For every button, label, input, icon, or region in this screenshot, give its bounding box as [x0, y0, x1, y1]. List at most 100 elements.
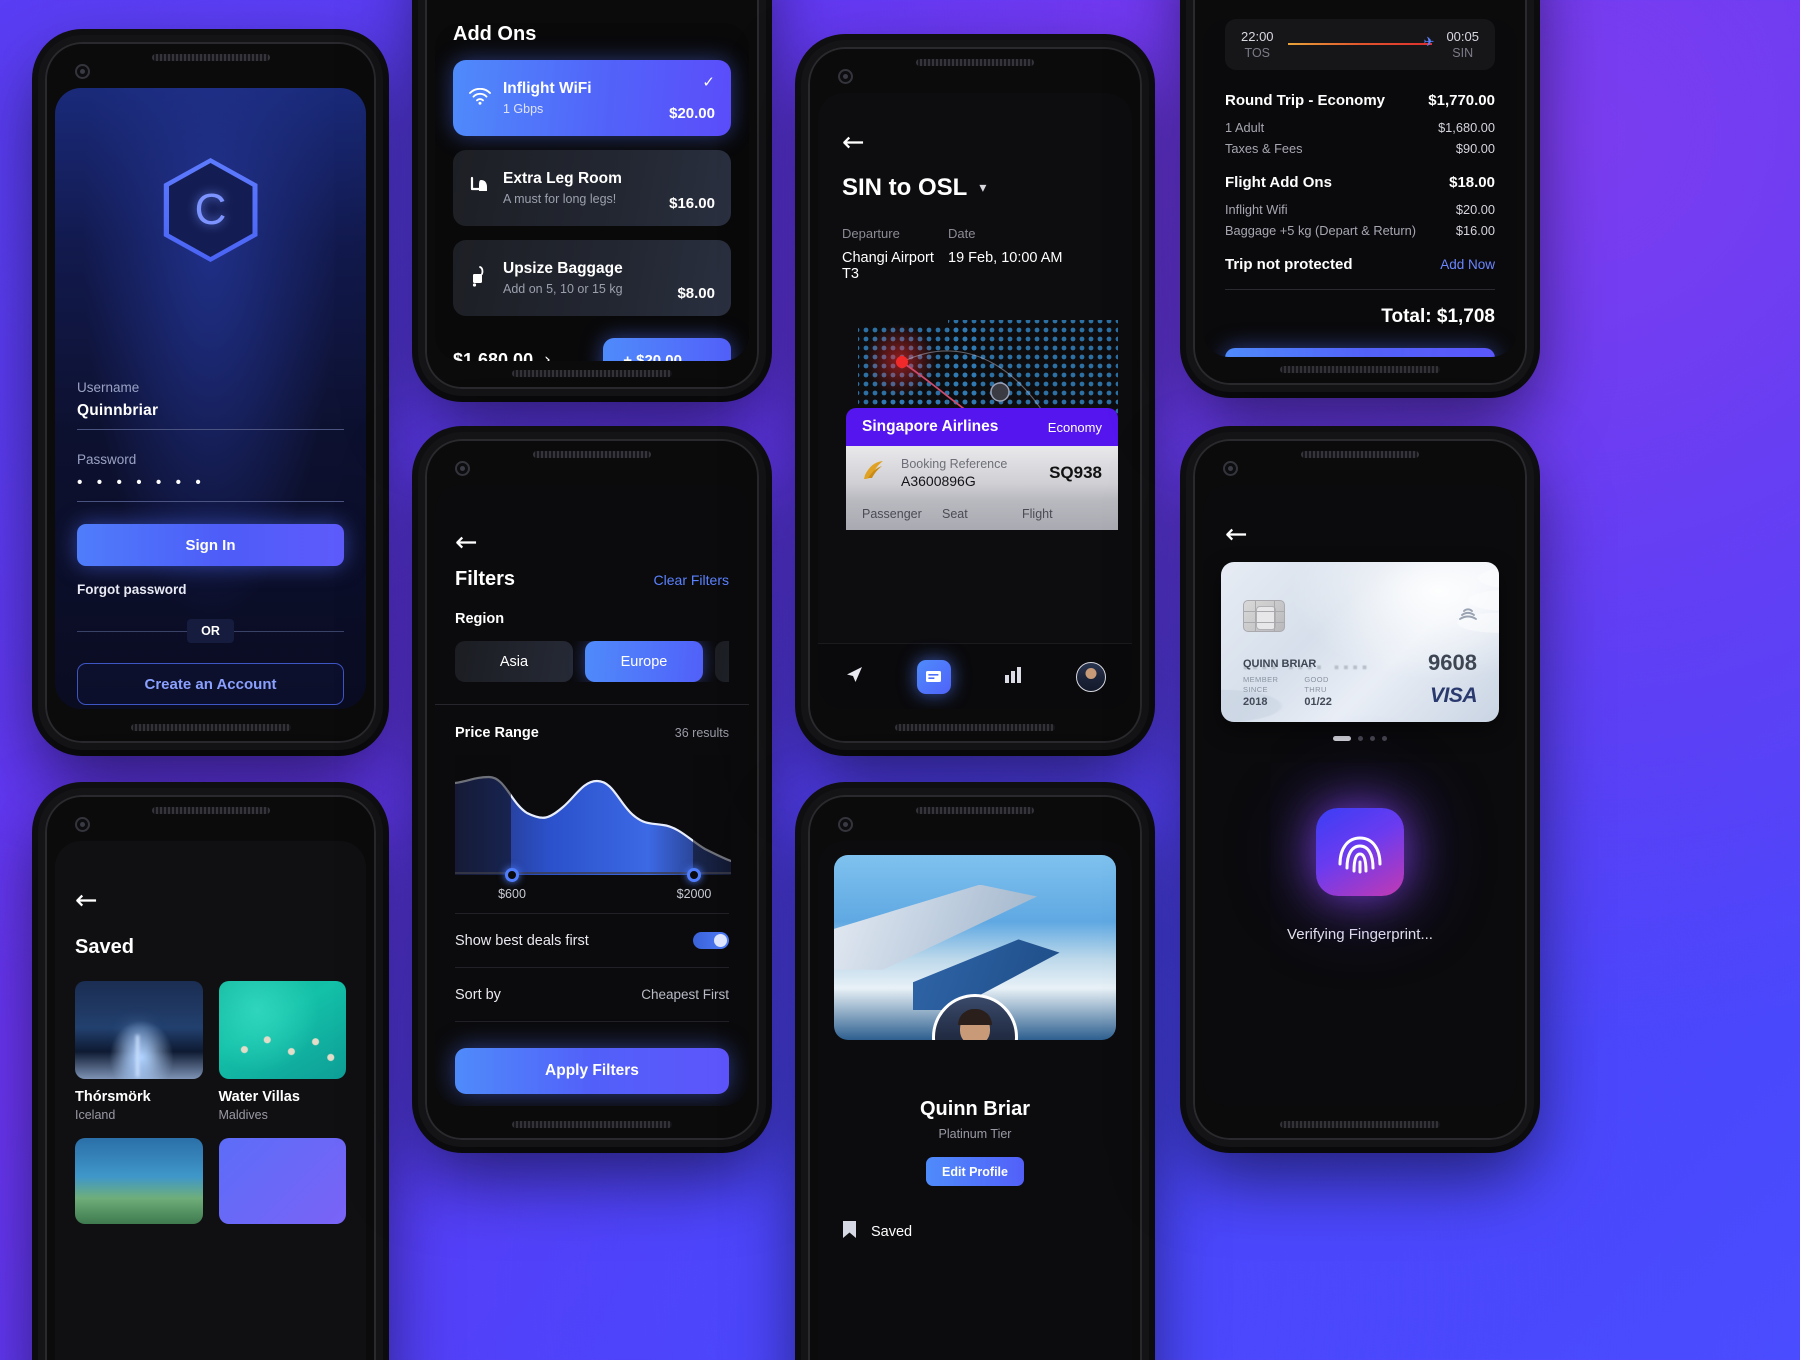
- page-title: Add Ons: [453, 23, 537, 45]
- good-thru-label: GOOD THRU: [1304, 675, 1329, 694]
- addon-row-baggage[interactable]: Upsize Baggage Add on 5, 10 or 15 kg $8.…: [453, 240, 731, 316]
- addons-screen: Add Ons Inflight WiFi 1 Gbps $20.00 ✓ Ex…: [435, 23, 749, 361]
- list-item[interactable]: Thórsmörk Iceland: [75, 981, 203, 1122]
- front-camera: [75, 817, 90, 832]
- profile-screen: Quinn Briar Platinum Tier Edit Profile S…: [818, 841, 1132, 1360]
- dot[interactable]: [1382, 736, 1387, 741]
- create-account-button[interactable]: Create an Account: [77, 663, 344, 705]
- receipt-line-addons: Flight Add Ons $18.00: [1225, 174, 1495, 191]
- earpiece-speaker: [916, 59, 1034, 66]
- price-slider-min-handle[interactable]: [505, 868, 519, 882]
- forgot-password-link[interactable]: Forgot password: [77, 582, 344, 597]
- fingerprint-icon[interactable]: [1316, 807, 1404, 896]
- profile-name: Quinn Briar: [919, 1098, 1030, 1120]
- navigate-icon[interactable]: [845, 665, 864, 689]
- sign-in-button[interactable]: Sign In: [77, 524, 344, 566]
- destination-name: Water Villas: [218, 1089, 300, 1105]
- password-input[interactable]: • • • • • • •: [77, 474, 344, 502]
- best-deals-toggle[interactable]: [693, 932, 729, 949]
- booking-ref-value: A3600896G: [901, 473, 976, 489]
- phone-login: C Username Quinnbriar Password • • • • •…: [38, 35, 383, 750]
- addon-sub: Add on 5, 10 or 15 kg: [503, 282, 623, 296]
- list-item[interactable]: [218, 1138, 346, 1224]
- earpiece-speaker: [916, 807, 1034, 814]
- best-deals-row[interactable]: Show best deals first: [455, 913, 729, 967]
- back-icon[interactable]: ←: [455, 529, 729, 556]
- phone-filters: ← Filters Clear Filters Region Asia Euro…: [418, 432, 766, 1147]
- addon-row-legroom[interactable]: Extra Leg Room A must for long legs! $16…: [453, 150, 731, 226]
- profile-hero-image: [834, 855, 1116, 1040]
- trip-protection-row: Trip not protected Add Now: [1225, 256, 1495, 273]
- price-slider-max-handle[interactable]: [687, 868, 701, 882]
- phone-addons: Add Ons Inflight WiFi 1 Gbps $20.00 ✓ Ex…: [418, 0, 766, 396]
- saved-row[interactable]: Saved: [842, 1220, 1108, 1244]
- avatar[interactable]: [1075, 661, 1106, 692]
- back-icon[interactable]: ←: [75, 887, 346, 914]
- addon-price: $8.00: [677, 285, 715, 302]
- boarding-pass-card[interactable]: Singapore Airlines Economy Booking Refer…: [846, 408, 1118, 530]
- sort-by-row[interactable]: Sort by Cheapest First: [455, 967, 729, 1021]
- page-title: Saved: [75, 936, 134, 958]
- clear-filters-link[interactable]: Clear Filters: [654, 572, 729, 588]
- add-addons-button[interactable]: + $20.00 →: [603, 338, 731, 361]
- back-icon[interactable]: ←: [1225, 521, 1499, 548]
- card-carousel-dots[interactable]: [1221, 736, 1499, 741]
- best-deals-label: Show best deals first: [455, 932, 589, 949]
- dot[interactable]: [1358, 736, 1363, 741]
- member-since-label: MEMBER SINCE: [1243, 675, 1279, 694]
- fingerprint-section: Verifying Fingerprint...: [1203, 807, 1517, 943]
- saved-label: Saved: [871, 1224, 913, 1240]
- phone-saved: ← Saved Thórsmörk Iceland Water Villas M…: [38, 788, 383, 1360]
- destination-photo: [75, 981, 203, 1079]
- list-item[interactable]: [75, 1138, 203, 1224]
- dot[interactable]: [1370, 736, 1375, 741]
- line-value: $18.00: [1449, 174, 1495, 191]
- back-icon[interactable]: ←: [842, 129, 1108, 156]
- card-holder-name: QUINN BRIAR: [1243, 658, 1317, 670]
- front-camera: [838, 69, 853, 84]
- contactless-icon: [1457, 602, 1479, 627]
- region-chip-middle-east[interactable]: Mi: [715, 641, 729, 682]
- addon-name: Extra Leg Room: [503, 170, 622, 187]
- home-indicator: [130, 724, 291, 731]
- price-axis-labels: $600 $2000: [455, 887, 729, 903]
- phone-wallet: ← ▪▪▪▪ ▪▪▪▪ ▪▪▪▪ 9608 MEMBER SINCE 2018: [1186, 432, 1534, 1147]
- chevron-right-icon[interactable]: ›: [544, 350, 551, 361]
- stats-icon[interactable]: [1004, 666, 1023, 688]
- visa-logo: VISA: [1429, 684, 1478, 707]
- home-indicator: [1280, 1121, 1440, 1128]
- column-flight: Flight: [1022, 507, 1053, 521]
- edit-profile-button[interactable]: Edit Profile: [926, 1157, 1024, 1186]
- username-input[interactable]: Quinnbriar: [77, 402, 344, 430]
- airline-name: Singapore Airlines: [862, 418, 999, 435]
- dot-active[interactable]: [1333, 736, 1351, 741]
- select-payment-method-button[interactable]: Select Payment Method: [1225, 348, 1495, 357]
- boarding-pass-icon[interactable]: [916, 659, 951, 694]
- region-chip-europe[interactable]: Europe: [585, 641, 703, 682]
- chevron-down-icon: ▾: [979, 180, 987, 196]
- route-title[interactable]: SIN to OSL ▾: [842, 174, 1108, 202]
- good-thru-value: 01/22: [1304, 696, 1332, 708]
- flight-segment-card[interactable]: 22:00 TOS ✈ 00:05 SIN: [1225, 19, 1495, 70]
- list-item[interactable]: Water Villas Maldives: [218, 981, 346, 1122]
- front-camera: [1223, 461, 1238, 476]
- apply-filters-button[interactable]: Apply Filters: [455, 1048, 729, 1094]
- region-chip-asia[interactable]: Asia: [455, 641, 573, 682]
- addon-name: Upsize Baggage: [503, 260, 623, 277]
- receipt-line-taxes: Taxes & Fees $90.00: [1225, 141, 1495, 156]
- earpiece-speaker: [533, 451, 651, 458]
- addon-row-wifi[interactable]: Inflight WiFi 1 Gbps $20.00 ✓: [453, 60, 731, 136]
- receipt-line-roundtrip: Round Trip - Economy $1,770.00: [1225, 92, 1495, 109]
- add-protection-link[interactable]: Add Now: [1440, 257, 1495, 272]
- member-since-value: 2018: [1243, 696, 1268, 708]
- segment-arrive-code: SIN: [1452, 46, 1474, 60]
- credit-card[interactable]: ▪▪▪▪ ▪▪▪▪ ▪▪▪▪ 9608 MEMBER SINCE 2018 GO…: [1221, 562, 1499, 722]
- flight-meta: Departure Changi Airport T3 Date 19 Feb,…: [842, 226, 1108, 282]
- wifi-icon: [469, 86, 503, 110]
- app-logo: C: [77, 158, 344, 262]
- logo-letter: C: [194, 185, 227, 234]
- boarding-pass-columns: Passenger Seat Flight: [846, 500, 1118, 530]
- sort-by-value: Cheapest First: [641, 987, 729, 1002]
- receipt-line-baggage: Baggage +5 kg (Depart & Return) $16.00: [1225, 223, 1495, 238]
- price-histogram: [455, 755, 731, 882]
